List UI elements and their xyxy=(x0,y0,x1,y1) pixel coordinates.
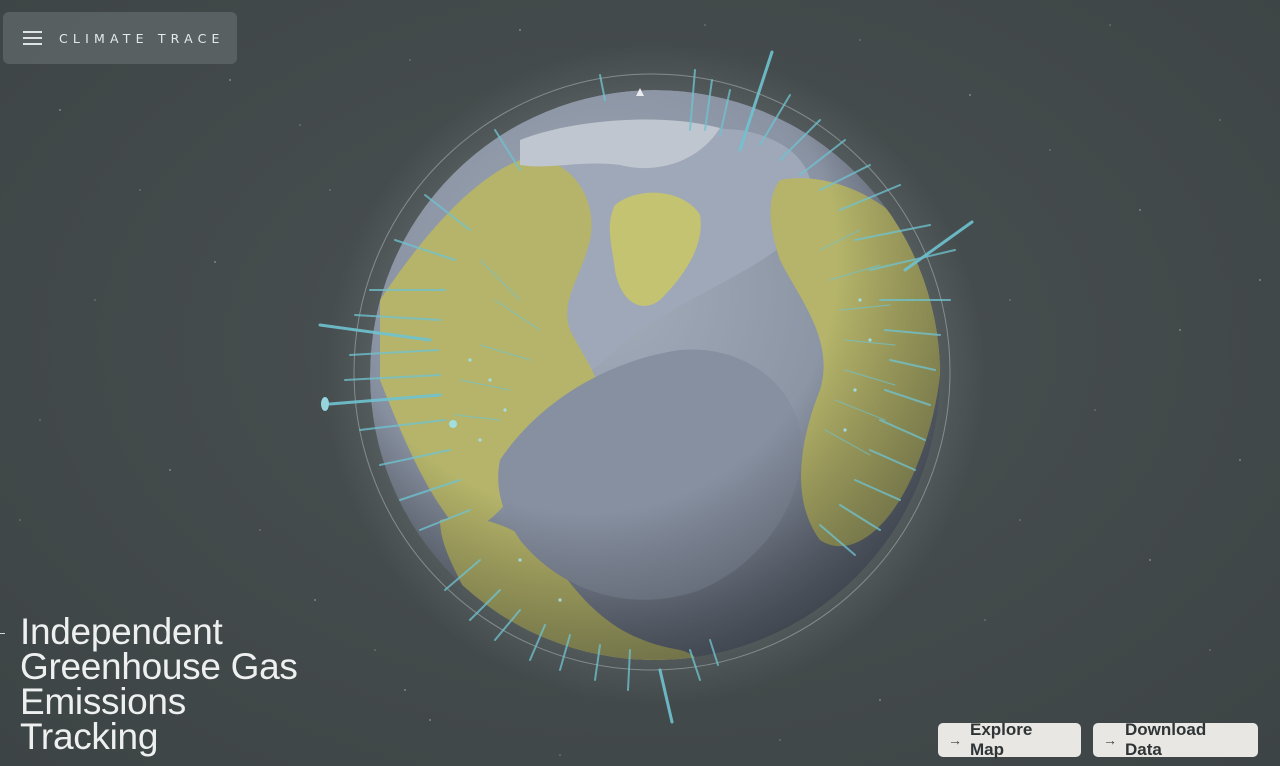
headline-line: Tracking xyxy=(20,716,159,757)
download-data-button[interactable]: → Download Data xyxy=(1093,720,1258,759)
brand-logo-text[interactable]: CLIMATE TRACE xyxy=(59,31,225,46)
arrow-right-icon: → xyxy=(1103,732,1117,748)
top-brand-bar: CLIMATE TRACE xyxy=(3,12,237,64)
explore-map-label: Explore Map xyxy=(970,720,1033,759)
hamburger-menu-icon[interactable] xyxy=(23,31,42,45)
explore-map-button[interactable]: → Explore Map xyxy=(938,720,1081,759)
arrow-right-icon: → xyxy=(948,732,962,748)
headline-line: Independent xyxy=(20,611,223,652)
headline-line: Greenhouse Gas xyxy=(20,646,298,687)
globe-viewport[interactable]: CLIMATE TRACE Independent Greenhouse Gas… xyxy=(0,0,1280,766)
download-data-label: Download Data xyxy=(1125,720,1207,759)
hero-headline: Independent Greenhouse Gas Emissions Tra… xyxy=(20,611,380,757)
headline-line: Emissions xyxy=(20,681,186,722)
hero-marker xyxy=(0,633,5,634)
